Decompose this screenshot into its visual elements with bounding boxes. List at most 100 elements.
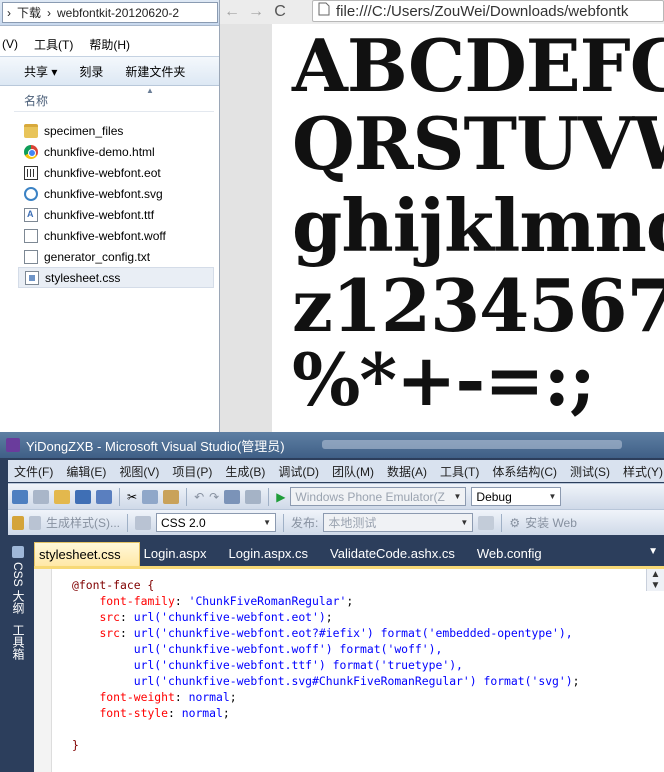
new-folder-button[interactable]: 新建文件夹 [125,63,185,80]
style-icon[interactable] [12,515,24,530]
tab-dropdown-icon[interactable]: ▼ [648,546,658,557]
specimen-line: QRSTUVWX [292,101,664,186]
menu-data[interactable]: 数据(A) [387,463,427,480]
menu-file[interactable]: 文件(F) [14,463,53,480]
build-style-button[interactable]: 生成样式(S)... [46,514,120,531]
menu-tools[interactable]: 工具(T) [34,36,73,53]
list-item[interactable]: chunkfive-webfont.eot [18,162,214,183]
menu-architecture[interactable]: 体系结构(C) [492,463,557,480]
menu-test[interactable]: 测试(S) [570,463,610,480]
navigate-backward-icon[interactable] [224,489,241,504]
css-properties-icon[interactable] [135,515,151,530]
address-bar[interactable]: › 下载 › webfontkit-20120620-2 [0,0,219,26]
code-property: font-style [99,706,169,720]
menu-view[interactable]: 视图(V) [119,463,159,480]
open-folder-icon[interactable] [54,489,70,504]
chevron-down-icon: ▼ [460,518,469,527]
menu-style[interactable]: 样式(Y) [623,463,663,480]
browser-window: ← → C file:///C:/Users/ZouWei/Downloads/… [220,0,664,432]
build-style-icon[interactable] [29,515,41,530]
breadcrumb-downloads[interactable]: 下载 [17,4,41,21]
list-item-selected[interactable]: stylesheet.css [18,267,214,288]
folder-icon [24,123,38,138]
editor-gutter [34,569,52,772]
menu-build[interactable]: 生成(B) [225,463,265,480]
save-all-icon[interactable] [96,489,112,504]
code-value: url('chunkfive-webfont.eot') [133,610,326,624]
breadcrumb-webfontkit[interactable]: webfontkit-20120620-2 [57,6,179,20]
reload-icon[interactable]: C [268,3,292,21]
code-property: font-family [99,594,175,608]
list-item[interactable]: chunkfive-webfont.svg [18,183,214,204]
menu-project[interactable]: 项目(P) [172,463,212,480]
toolbar-separator [127,513,128,532]
specimen-line: z123456789 [292,263,664,348]
code-editor[interactable]: ▲ ▼ @font-face { font-family: 'ChunkFiveR… [34,566,664,772]
menu-team[interactable]: 团队(M) [332,463,374,480]
tab-stylesheet-css[interactable]: stylesheet.css [34,542,140,566]
publish-settings-icon[interactable] [478,515,495,530]
code-property: font-weight [99,690,175,704]
menu-view[interactable]: (V) [2,37,18,51]
new-project-icon[interactable] [12,489,28,504]
back-arrow-icon[interactable]: ← [220,3,244,21]
file-name: stylesheet.css [45,270,121,285]
tab-login-aspx[interactable]: Login.aspx [140,542,225,566]
menu-help[interactable]: 帮助(H) [89,36,130,53]
vs-menu-bar: 文件(F) 编辑(E) 视图(V) 项目(P) 生成(B) 调试(D) 团队(M… [8,460,664,482]
file-name: generator_config.txt [44,249,151,264]
column-header-name[interactable]: 名称 [14,92,214,112]
list-item[interactable]: chunkfive-webfont.woff [18,225,214,246]
explorer-menu-bar: (V) 工具(T) 帮助(H) [0,34,219,54]
url-bar[interactable]: file:///C:/Users/ZouWei/Downloads/webfon… [312,0,664,22]
side-panel-strip: CSS 大纲 工具箱 [8,540,32,772]
copy-icon[interactable] [142,489,159,504]
undo-icon[interactable]: ↶ [194,490,204,504]
target-device-combo[interactable]: Windows Phone Emulator(Z ▼ [290,487,467,506]
tab-web-config[interactable]: Web.config [473,542,560,566]
add-item-icon[interactable] [33,489,49,504]
start-debugging-icon[interactable]: ▶ [276,490,285,504]
burn-button[interactable]: 刻录 [79,63,103,80]
document-tabs: stylesheet.css Login.aspx Login.aspx.cs … [34,540,664,566]
document-icon [24,228,38,243]
explorer-toolbar: 共享 ▾ 刻录 新建文件夹 [0,56,219,86]
redo-icon[interactable]: ↷ [209,490,219,504]
toolbox-tab[interactable]: 工具箱 [10,624,27,660]
address-box[interactable]: › 下载 › webfontkit-20120620-2 [2,2,218,23]
page-icon [318,2,330,20]
code-brace: } [72,738,79,752]
eot-file-icon [24,165,38,180]
text-file-icon [24,249,38,264]
chevron-right-icon: › [7,5,11,20]
share-button[interactable]: 共享 ▾ [24,63,57,80]
standard-toolbar: ✂ ↶ ↷ ▶ Windows Phone Emulator(Z ▼ Debug ▼ [8,483,664,509]
list-item[interactable]: chunkfive-webfont.ttf [18,204,214,225]
forward-arrow-icon[interactable]: → [244,3,268,21]
install-icon[interactable]: ⚙ [509,516,520,530]
install-web-button[interactable]: 安装 Web [525,514,577,531]
file-explorer-window: › 下载 › webfontkit-20120620-2 (V) 工具(T) 帮… [0,0,220,432]
list-item[interactable]: generator_config.txt [18,246,214,267]
menu-debug[interactable]: 调试(D) [278,463,319,480]
css-version-combo[interactable]: CSS 2.0 ▼ [156,513,276,532]
cut-icon[interactable]: ✂ [127,490,137,504]
css-file-icon [25,270,39,285]
solution-config-combo[interactable]: Debug ▼ [471,487,562,506]
menu-tools[interactable]: 工具(T) [440,463,479,480]
code-value: 'ChunkFiveRomanRegular' [188,594,347,608]
navigate-forward-icon[interactable] [245,489,262,504]
save-icon[interactable] [75,489,91,504]
publish-target-combo[interactable]: 本地测试 ▼ [323,513,474,532]
tab-login-aspx-cs[interactable]: Login.aspx.cs [225,542,327,566]
file-name: specimen_files [44,123,124,138]
toolbar-separator [186,487,188,506]
scroll-up-icon[interactable]: ▲ ▼ [646,569,664,591]
tab-validatecode-ashx-cs[interactable]: ValidateCode.ashx.cs [326,542,473,566]
list-item[interactable]: specimen_files [18,120,214,141]
css-outline-icon [12,546,24,558]
css-outline-tab[interactable]: CSS 大纲 [10,562,27,614]
menu-edit[interactable]: 编辑(E) [66,463,106,480]
paste-icon[interactable] [163,489,180,504]
list-item[interactable]: chunkfive-demo.html [18,141,214,162]
